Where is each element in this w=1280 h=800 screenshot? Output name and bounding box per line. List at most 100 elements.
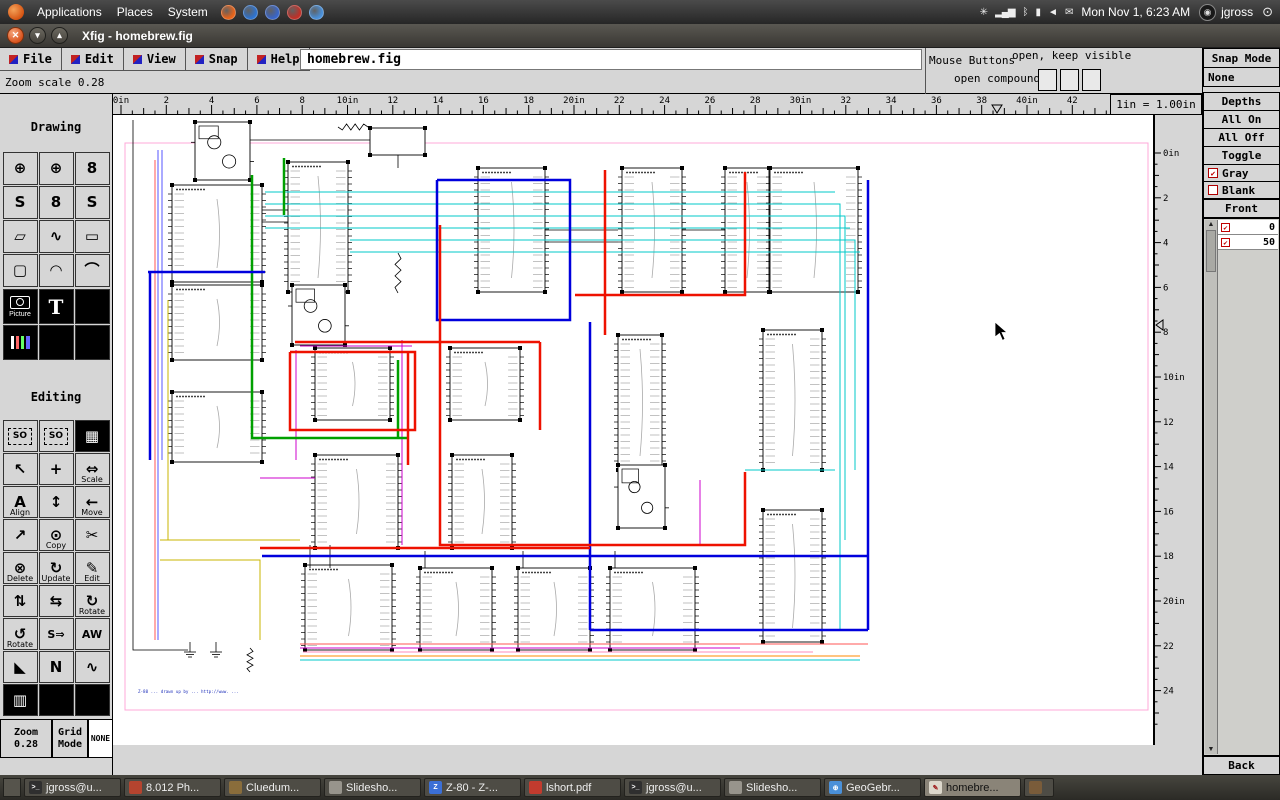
mail-icon[interactable]: ✉: [1065, 7, 1072, 18]
gray-checkbox-row[interactable]: ✔ Gray: [1203, 164, 1280, 182]
schematic-chip[interactable]: [311, 346, 394, 422]
tool-align[interactable]: AAlign: [3, 486, 38, 518]
tool-add-point[interactable]: +: [39, 453, 74, 485]
menu-edit-button[interactable]: Edit: [62, 48, 124, 71]
menu-snap-button[interactable]: Snap: [186, 48, 248, 71]
web-launcher-icon[interactable]: [309, 5, 324, 20]
tool-cut[interactable]: ✂: [75, 519, 110, 551]
tool-flip-horizontal[interactable]: ⇆: [39, 585, 74, 617]
scrollbar-thumb[interactable]: [1206, 230, 1216, 272]
tool-polyline[interactable]: ∿: [39, 220, 74, 253]
close-button[interactable]: ✕: [7, 27, 24, 44]
taskbar-item-presentation[interactable]: Slidesho...: [324, 778, 421, 797]
volume-icon[interactable]: ◄: [1048, 7, 1057, 18]
tool-smart-move[interactable]: SO: [39, 420, 74, 452]
updates-icon[interactable]: ✳: [980, 7, 987, 18]
schematic-chip[interactable]: [759, 508, 826, 644]
schematic-chip[interactable]: [474, 166, 549, 294]
tool-edit[interactable]: ✎Edit: [75, 552, 110, 584]
tool-blank-b[interactable]: [75, 684, 110, 716]
schematic-chip[interactable]: [448, 453, 516, 550]
depth-entry[interactable]: ✔0: [1218, 220, 1278, 235]
tool-break-compound[interactable]: N: [39, 651, 74, 683]
globe-launcher-icon[interactable]: [243, 5, 258, 20]
all-off-button[interactable]: All Off: [1203, 128, 1280, 147]
schematic-chip[interactable]: [514, 566, 594, 652]
clock[interactable]: Mon Nov 1, 6:23 AM: [1081, 5, 1190, 19]
tool-flip-vertical[interactable]: ⇅: [3, 585, 38, 617]
filename-field[interactable]: homebrew.fig: [300, 49, 922, 70]
schematic-chip[interactable]: [416, 566, 496, 652]
taskbar-item-terminal[interactable]: >_jgross@u...: [624, 778, 721, 797]
menu-system[interactable]: System: [166, 5, 210, 19]
vertical-ruler[interactable]: 0in246810in1214161820in2224: [1153, 115, 1185, 745]
all-on-button[interactable]: All On: [1203, 110, 1280, 129]
tool-copy-point[interactable]: ↗: [3, 519, 38, 551]
taskbar-item-browser[interactable]: ZZ-80 - Z-...: [424, 778, 521, 797]
taskbar-item-xfig[interactable]: ✎homebre...: [924, 778, 1021, 797]
tool-circle-by-diameter[interactable]: ⊕: [39, 152, 74, 185]
tool-polygon[interactable]: ▱: [3, 220, 38, 253]
schematic-chip[interactable]: [368, 126, 427, 157]
konqueror-launcher-icon[interactable]: [265, 5, 280, 20]
window-titlebar[interactable]: ✕ ▾ ▴ Xfig - homebrew.fig: [0, 24, 1280, 48]
bluetooth-icon[interactable]: ᛒ: [1023, 7, 1028, 18]
taskbar-item-image-thumbnail[interactable]: [1024, 778, 1054, 797]
tool-convert-spline[interactable]: S⇒: [39, 618, 74, 650]
drawing-canvas[interactable]: Z-80 ... drawn up by ... http://www. ...: [113, 115, 1153, 745]
tool-closed-spline[interactable]: S: [3, 186, 38, 219]
blank-checkbox-row[interactable]: Blank: [1203, 181, 1280, 199]
tool-delete-point[interactable]: ↕: [39, 486, 74, 518]
tool-spline[interactable]: 8: [39, 186, 74, 219]
menu-view-button[interactable]: View: [124, 48, 186, 71]
toggle-button[interactable]: Toggle: [1203, 146, 1280, 165]
depth-checkbox[interactable]: ✔: [1221, 238, 1230, 247]
taskbar-item-folder[interactable]: Cluedum...: [224, 778, 321, 797]
taskbar-item-presentation[interactable]: Slidesho...: [724, 778, 821, 797]
wifi-icon[interactable]: ▂▄▆: [995, 7, 1014, 18]
depth-checkbox[interactable]: ✔: [1221, 223, 1230, 232]
distro-logo-icon[interactable]: [8, 4, 24, 20]
tool-rotate-ccw[interactable]: ↺Rotate: [3, 618, 38, 650]
tool-arc[interactable]: ◠: [39, 254, 74, 287]
schematic-chip[interactable]: [614, 463, 669, 530]
tool-scale[interactable]: ⇔Scale: [75, 453, 110, 485]
grid-mode-indicator[interactable]: Grid Mode: [52, 719, 88, 758]
tool-move-point[interactable]: ↖: [3, 453, 38, 485]
schematic-chip[interactable]: [284, 160, 352, 294]
tool-blank-a[interactable]: [39, 684, 74, 716]
tool-regular-polygon[interactable]: ⌒: [75, 254, 110, 287]
tool-pattern[interactable]: ▦: [75, 420, 110, 452]
snap-mode-value[interactable]: None: [1203, 67, 1280, 87]
tool-library[interactable]: ▥: [3, 684, 38, 716]
grid-mode-value[interactable]: NONE: [88, 719, 113, 758]
tool-rotate-cw[interactable]: ↻Rotate: [75, 585, 110, 617]
tool-smart-link[interactable]: SO: [3, 420, 38, 452]
back-button[interactable]: Back: [1203, 756, 1280, 775]
tool-text[interactable]: T: [39, 289, 74, 324]
front-button[interactable]: Front: [1203, 199, 1280, 218]
power-button[interactable]: ⊙: [1262, 4, 1272, 20]
tool-open-spline[interactable]: ∿: [75, 651, 110, 683]
maximize-button[interactable]: ▴: [51, 27, 68, 44]
blank-checkbox[interactable]: [1208, 185, 1218, 195]
tool-circle-by-radius[interactable]: ⊕: [3, 152, 38, 185]
tool-delete[interactable]: ⊗Delete: [3, 552, 38, 584]
menu-applications[interactable]: Applications: [35, 5, 104, 19]
taskbar-item-geogebra[interactable]: ⊕GeoGebr...: [824, 778, 921, 797]
schematic-chip[interactable]: [614, 333, 666, 472]
ruler-units-box[interactable]: 1in = 1.00in: [1110, 94, 1202, 115]
taskbar-item-document[interactable]: 8.012 Ph...: [124, 778, 221, 797]
zoom-indicator[interactable]: Zoom 0.28: [0, 719, 52, 758]
schematic-chip[interactable]: [766, 166, 862, 294]
firefox-launcher-icon[interactable]: [221, 5, 236, 20]
depth-entry[interactable]: ✔50: [1218, 235, 1278, 250]
tool-box[interactable]: ▭: [75, 220, 110, 253]
tool-library[interactable]: [3, 325, 38, 360]
horizontal-ruler[interactable]: 0in246810in1214161820in2224262830in32343…: [113, 94, 1110, 115]
menu-places[interactable]: Places: [115, 5, 155, 19]
gem-launcher-icon[interactable]: [287, 5, 302, 20]
schematic-chip[interactable]: [301, 563, 396, 652]
tool-move[interactable]: ←Move: [75, 486, 110, 518]
battery-icon[interactable]: ▮: [1036, 7, 1041, 18]
